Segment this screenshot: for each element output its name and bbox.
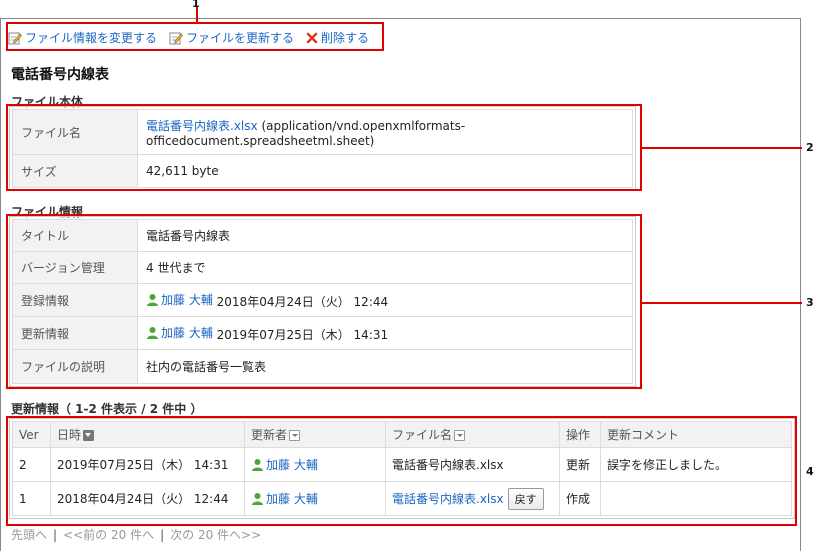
row-updater: 加藤 大輔 xyxy=(244,447,386,482)
row-updater-link[interactable]: 加藤 大輔 xyxy=(251,490,318,507)
edit-file-icon xyxy=(169,32,183,44)
created-user-name: 加藤 大輔 xyxy=(161,292,213,307)
file-body-table: ファイル名 電話番号内線表.xlsx (application/vnd.open… xyxy=(12,109,633,188)
delete-label: 削除する xyxy=(321,31,370,45)
page-title: 電話番号内線表 xyxy=(11,67,109,83)
version-label: バージョン管理 xyxy=(12,251,138,284)
description-value: 社内の電話番号一覧表 xyxy=(137,349,633,384)
callout-number-4: 4 xyxy=(806,465,814,478)
pager-first: 先頭へ xyxy=(11,528,48,542)
row-action: 更新 xyxy=(559,447,601,482)
sort-dropdown-icon[interactable] xyxy=(289,430,301,441)
updated-label: 更新情報 xyxy=(12,316,138,350)
table-row: 2 2019年07月25日（木） 14:31 加藤 大輔 電話番号内線表.xls… xyxy=(12,447,792,482)
updated-cell: 加藤 大輔 2019年07月25日（木） 14:31 xyxy=(137,316,633,350)
file-name-row: ファイル名 電話番号内線表.xlsx (application/vnd.open… xyxy=(12,109,633,155)
row-filename: 電話番号内線表.xlsx xyxy=(385,447,560,482)
user-icon xyxy=(252,458,263,471)
file-size-value: 42,611 byte xyxy=(137,154,633,188)
callout-number-3: 3 xyxy=(806,296,814,309)
table-row: 1 2018年04月24日（火） 12:44 加藤 大輔 電話番号内線表.xls… xyxy=(12,481,792,516)
col-action: 操作 xyxy=(559,421,601,448)
title-row: タイトル 電話番号内線表 xyxy=(12,219,633,252)
created-row: 登録情報 加藤 大輔 2018年04月24日（火） 12:44 xyxy=(12,283,633,317)
delete-link[interactable]: 削除する xyxy=(306,29,369,46)
created-label: 登録情報 xyxy=(12,283,138,317)
edit-icon xyxy=(8,32,22,44)
col-date-label: 日時 xyxy=(57,428,82,442)
created-cell: 加藤 大輔 2018年04月24日（火） 12:44 xyxy=(137,283,633,317)
user-icon xyxy=(252,492,263,505)
version-row: バージョン管理 4 世代まで xyxy=(12,251,633,284)
pager-next: 次の 20 件へ>> xyxy=(170,528,262,542)
row-updater-name: 加藤 大輔 xyxy=(266,457,318,472)
history-table: Ver 日時 更新者 ファイル名 操作 更新コメント 2 2019年07月25日… xyxy=(12,421,792,516)
callout-number-2: 2 xyxy=(806,141,814,154)
file-name-link[interactable]: 電話番号内線表.xlsx xyxy=(146,119,258,133)
row-updater-name: 加藤 大輔 xyxy=(266,491,318,506)
history-box: Ver 日時 更新者 ファイル名 操作 更新コメント 2 2019年07月25日… xyxy=(9,418,795,519)
file-info-box: タイトル 電話番号内線表 バージョン管理 4 世代まで 登録情報 加藤 大輔 2… xyxy=(9,216,636,387)
created-datetime: 2018年04月24日（火） 12:44 xyxy=(216,294,389,309)
pager-separator: | xyxy=(53,528,58,542)
file-name-cell: 電話番号内線表.xlsx (application/vnd.openxmlfor… xyxy=(137,109,633,155)
col-ver: Ver xyxy=(12,421,51,448)
col-filename[interactable]: ファイル名 xyxy=(385,421,560,448)
row-comment: 誤字を修正しました。 xyxy=(600,447,792,482)
user-icon xyxy=(147,326,158,339)
update-file-label: ファイルを更新する xyxy=(186,31,295,45)
sort-desc-icon[interactable] xyxy=(83,430,95,441)
sort-dropdown-icon[interactable] xyxy=(454,430,466,441)
update-file-link[interactable]: ファイルを更新する xyxy=(169,29,294,46)
col-updater[interactable]: 更新者 xyxy=(244,421,386,448)
row-date: 2019年07月25日（木） 14:31 xyxy=(50,447,245,482)
callout-line-3 xyxy=(642,302,802,304)
updated-user-link[interactable]: 加藤 大輔 xyxy=(146,324,213,341)
description-label: ファイルの説明 xyxy=(12,349,138,384)
edit-file-info-label: ファイル情報を変更する xyxy=(25,31,158,45)
created-user-link[interactable]: 加藤 大輔 xyxy=(146,291,213,308)
updated-row: 更新情報 加藤 大輔 2019年07月25日（木） 14:31 xyxy=(12,316,633,350)
row-updater-link[interactable]: 加藤 大輔 xyxy=(251,456,318,473)
file-name-label: ファイル名 xyxy=(12,109,138,155)
row-action: 作成 xyxy=(559,481,601,516)
row-date: 2018年04月24日（火） 12:44 xyxy=(50,481,245,516)
row-filename-link[interactable]: 電話番号内線表.xlsx xyxy=(392,492,504,506)
col-date[interactable]: 日時 xyxy=(50,421,245,448)
description-row: ファイルの説明 社内の電話番号一覧表 xyxy=(12,349,633,384)
file-size-label: サイズ xyxy=(12,154,138,188)
history-header-row: Ver 日時 更新者 ファイル名 操作 更新コメント xyxy=(12,421,792,448)
pager: 先頭へ | <<前の 20 件へ | 次の 20 件へ>> xyxy=(11,526,261,543)
updated-datetime: 2019年07月25日（木） 14:31 xyxy=(216,327,389,342)
row-comment xyxy=(600,481,792,516)
toolbar: ファイル情報を変更する ファイルを更新する 削除する xyxy=(8,25,369,50)
title-label: タイトル xyxy=(12,219,138,252)
version-value: 4 世代まで xyxy=(137,251,633,284)
row-updater: 加藤 大輔 xyxy=(244,481,386,516)
col-filename-label: ファイル名 xyxy=(392,428,453,442)
delete-x-icon xyxy=(306,32,318,43)
edit-file-info-link[interactable]: ファイル情報を変更する xyxy=(8,29,157,46)
row-ver: 1 xyxy=(12,481,51,516)
callout-line-2 xyxy=(642,147,802,149)
pager-prev: <<前の 20 件へ xyxy=(63,528,155,542)
history-section-title: 更新情報（ 1-2 件表示 / 2 件中 ） xyxy=(11,402,203,416)
file-info-table: タイトル 電話番号内線表 バージョン管理 4 世代まで 登録情報 加藤 大輔 2… xyxy=(12,219,633,384)
file-size-row: サイズ 42,611 byte xyxy=(12,154,633,188)
updated-user-name: 加藤 大輔 xyxy=(161,325,213,340)
restore-button[interactable]: 戻す xyxy=(507,487,544,510)
row-filename: 電話番号内線表.xlsx 戻す xyxy=(385,481,560,516)
user-icon xyxy=(147,293,158,306)
file-body-box: ファイル名 電話番号内線表.xlsx (application/vnd.open… xyxy=(9,106,636,191)
col-comment: 更新コメント xyxy=(600,421,792,448)
callout-number-1: 1 xyxy=(192,0,200,10)
pager-separator: | xyxy=(160,528,165,542)
col-updater-label: 更新者 xyxy=(251,428,288,442)
title-value: 電話番号内線表 xyxy=(137,219,633,252)
row-ver: 2 xyxy=(12,447,51,482)
